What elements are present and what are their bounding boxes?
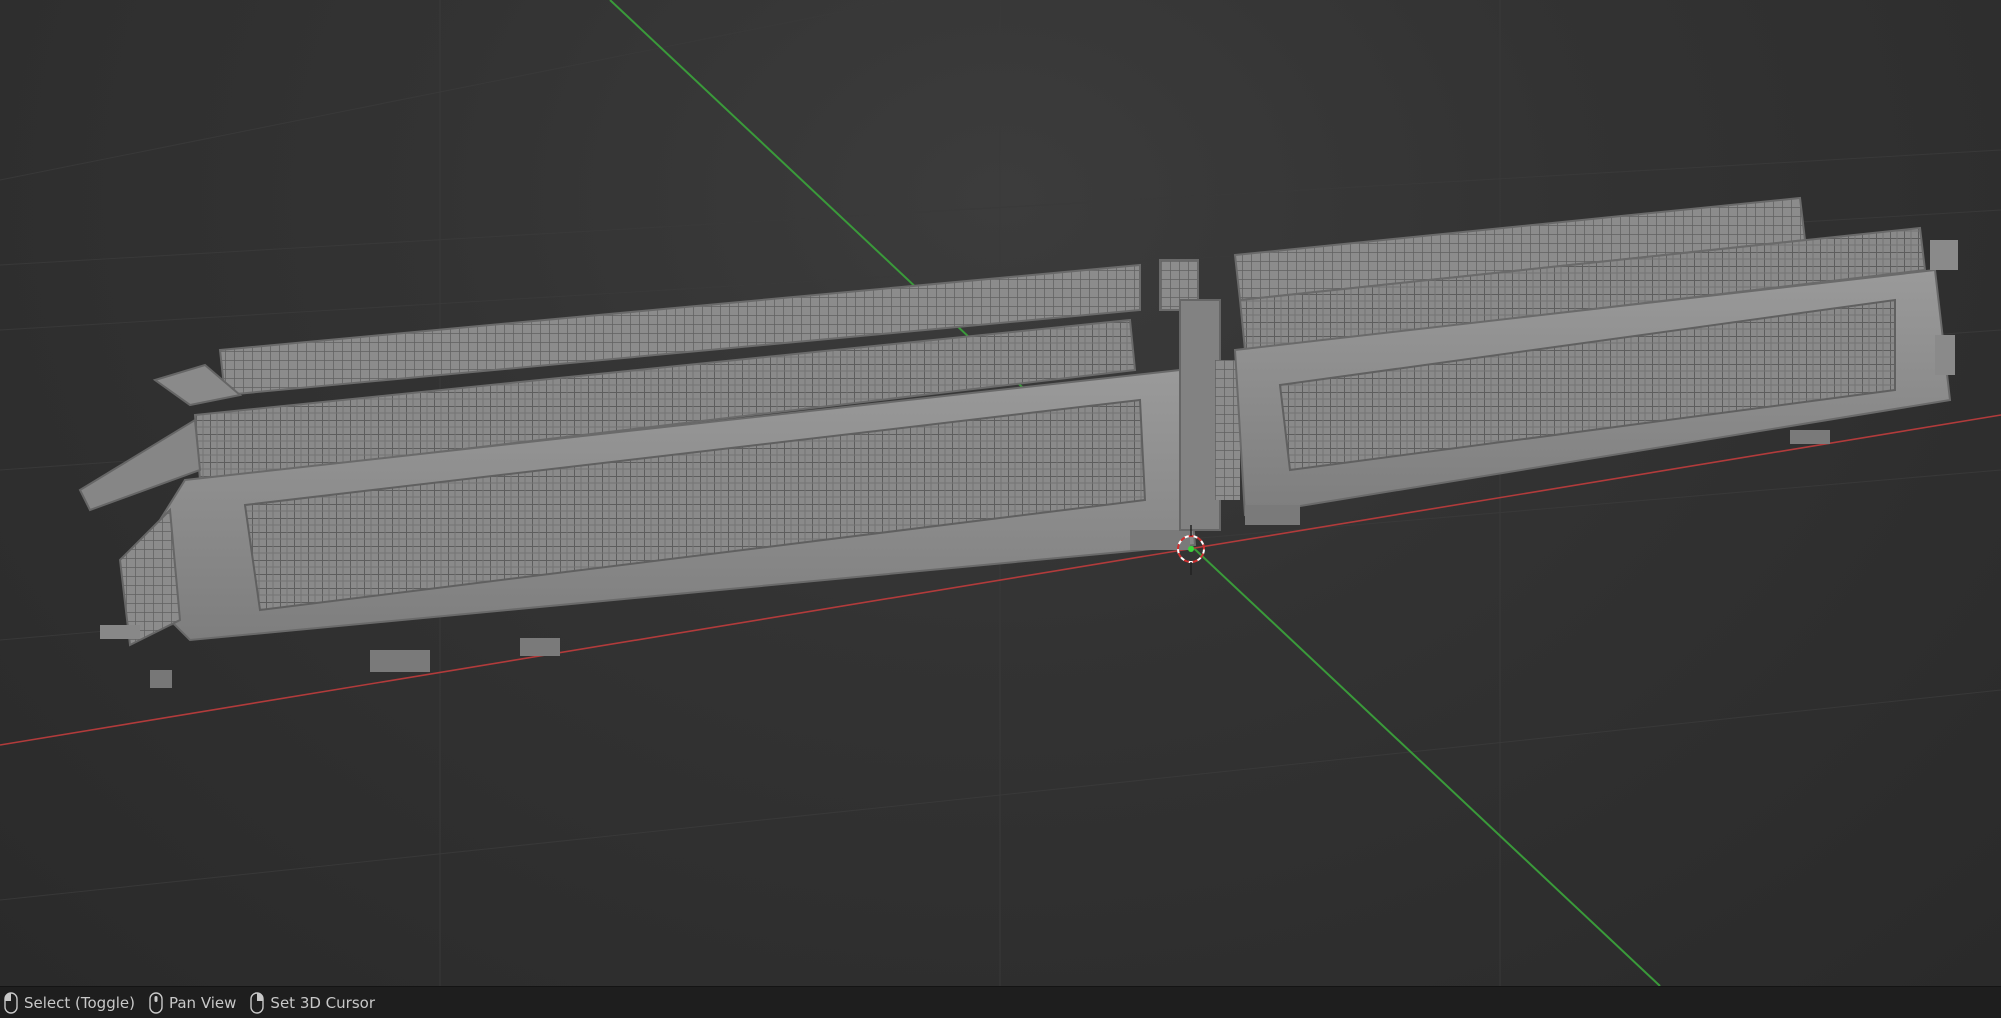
3d-viewport[interactable] [0,0,2001,986]
hint-set-3d-cursor: Set 3D Cursor [250,991,375,1014]
hint-pan-view: Pan View [149,991,237,1014]
mouse-right-icon [250,991,265,1014]
hint-label: Set 3D Cursor [270,993,375,1012]
wagon-left-mesh [78,263,1197,688]
mouse-middle-icon [149,991,163,1014]
blender-window: Select (Toggle) Pan View Set 3D Cursor [0,0,2001,1018]
viewport-scene[interactable] [0,0,2001,986]
hint-select-toggle: Select (Toggle) [4,991,135,1014]
mouse-left-icon [4,991,18,1014]
status-bar: Select (Toggle) Pan View Set 3D Cursor [0,986,2001,1018]
wagon-right-mesh [1233,196,1958,525]
hint-label: Select (Toggle) [24,993,135,1012]
hint-label: Pan View [168,993,237,1012]
